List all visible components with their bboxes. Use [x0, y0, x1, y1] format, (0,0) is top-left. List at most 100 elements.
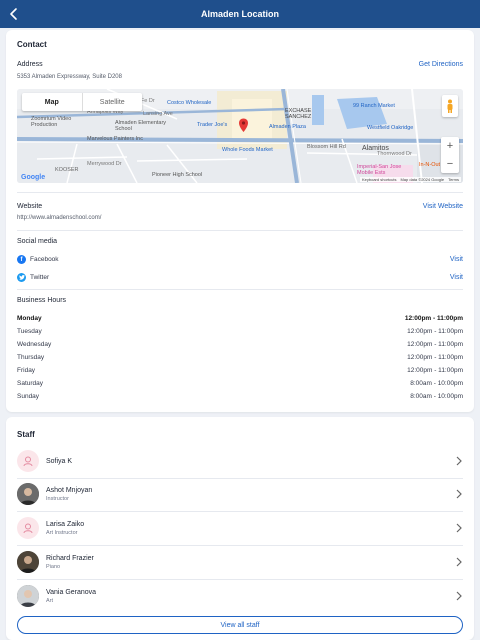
- staff-name: Richard Frazier: [46, 554, 94, 562]
- website-row: Website Visit Website: [17, 203, 463, 210]
- staff-heading: Staff: [17, 430, 35, 439]
- view-all-staff-button[interactable]: View all staff: [17, 616, 463, 634]
- divider: [17, 545, 463, 546]
- map-label: Blossom Hill Rd: [307, 144, 346, 150]
- staff-card: Staff Sofiya K Ashot Mnjoyan Instructor L…: [6, 417, 474, 640]
- chevron-right-icon: [456, 523, 462, 533]
- map-data-text: Map data ©2024 Google: [400, 177, 445, 182]
- contact-card: Contact Address Get Directions 5353 Alma…: [6, 30, 474, 412]
- map-label: EXCHASE SANCHEZ: [285, 108, 312, 120]
- hours-row: Friday 12:00pm - 11:00pm: [17, 367, 463, 374]
- zoom-in-button[interactable]: +: [441, 137, 459, 155]
- keyboard-shortcuts-link[interactable]: Keyboard shortcuts: [362, 177, 396, 182]
- staff-name: Vania Geranova: [46, 588, 97, 596]
- divider: [17, 289, 463, 290]
- map-label: Marvelous Painters Inc: [87, 136, 143, 142]
- avatar: [17, 483, 39, 505]
- map-label: Thornwood Dr: [377, 151, 412, 157]
- hours-row: Wednesday 12:00pm - 11:00pm: [17, 341, 463, 348]
- address-text: 5353 Almaden Expressway, Suite D208: [17, 74, 122, 80]
- hours-time: 12:00pm - 11:00pm: [407, 341, 463, 348]
- avatar: [17, 585, 39, 607]
- map-label: Almaden Plaza: [269, 124, 306, 130]
- staff-row[interactable]: Richard Frazier Piano: [17, 547, 463, 577]
- map-label: Costco Wholesale: [167, 100, 212, 106]
- avatar: [17, 551, 39, 573]
- map-label: Merrywood Dr: [87, 161, 122, 167]
- zoom-out-button[interactable]: −: [441, 155, 459, 173]
- business-hours-label: Business Hours: [17, 297, 67, 304]
- social-row-facebook: f Facebook Visit: [17, 255, 463, 264]
- google-logo: Google: [21, 174, 46, 181]
- map[interactable]: Costco Wholesale Trader Joe's Almaden Pl…: [17, 89, 463, 183]
- map-label: Almaden Elementary School: [115, 120, 167, 132]
- zoom-control: + −: [441, 137, 459, 173]
- staff-name: Sofiya K: [46, 457, 73, 465]
- hours-time: 8:00am - 10:00pm: [410, 380, 463, 387]
- map-label: Trader Joe's: [197, 122, 228, 128]
- facebook-icon: f: [17, 255, 26, 264]
- address-label: Address: [17, 61, 43, 68]
- divider: [17, 579, 463, 580]
- divider: [17, 192, 463, 193]
- twitter-icon: [17, 273, 26, 282]
- pegman-icon[interactable]: [442, 95, 458, 117]
- map-label: Imperial-San Jose Mobile Ests: [357, 164, 402, 176]
- staff-name: Ashot Mnjoyan: [46, 486, 93, 494]
- hours-time: 12:00pm - 11:00pm: [407, 354, 463, 361]
- hours-day: Tuesday: [17, 328, 42, 335]
- visit-website-link[interactable]: Visit Website: [423, 203, 463, 210]
- hours-day: Thursday: [17, 354, 45, 361]
- divider: [17, 511, 463, 512]
- hours-row: Saturday 8:00am - 10:00pm: [17, 380, 463, 387]
- map-label: KOOSER: [55, 167, 79, 173]
- map-label: Westfield Oakridge: [367, 125, 414, 131]
- back-arrow-icon[interactable]: [6, 6, 22, 22]
- staff-role: Art: [46, 597, 54, 604]
- terms-link[interactable]: Terms: [448, 177, 459, 182]
- chevron-right-icon: [456, 591, 462, 601]
- hours-time: 12:00pm - 11:00pm: [407, 367, 463, 374]
- facebook-visit-link[interactable]: Visit: [450, 256, 463, 263]
- staff-row[interactable]: Ashot Mnjoyan Instructor: [17, 479, 463, 509]
- staff-role: Art Instructor: [46, 529, 78, 536]
- hours-day: Sunday: [17, 393, 40, 400]
- chevron-right-icon: [456, 557, 462, 567]
- twitter-visit-link[interactable]: Visit: [450, 274, 463, 281]
- staff-row[interactable]: Sofiya K: [17, 446, 463, 476]
- divider: [17, 230, 463, 231]
- hours-day: Wednesday: [17, 341, 52, 348]
- chevron-right-icon: [456, 456, 462, 466]
- hours-time: 12:00pm - 11:00pm: [407, 328, 463, 335]
- hours-row: Monday 12:00pm - 11:00pm: [17, 315, 463, 322]
- social-row-twitter: Twitter Visit: [17, 273, 463, 282]
- map-label: Lansing Ave: [143, 111, 173, 117]
- avatar-placeholder-icon: [17, 450, 39, 472]
- map-label: Pioneer High School: [152, 172, 203, 178]
- page-title: Almaden Location: [200, 9, 279, 19]
- hours-time: 8:00am - 10:00pm: [410, 393, 463, 400]
- hours-row: Thursday 12:00pm - 11:00pm: [17, 354, 463, 361]
- map-label: Zoomrium Video Production: [31, 116, 72, 128]
- top-bar: Almaden Location: [0, 0, 480, 28]
- hours-day: Saturday: [17, 380, 44, 387]
- address-row: Address Get Directions: [17, 61, 463, 68]
- staff-row[interactable]: Larisa Zaiko Art Instructor: [17, 513, 463, 543]
- map-attribution: Keyboard shortcuts Map data ©2024 Google…: [359, 177, 461, 182]
- staff-role: Piano: [46, 563, 61, 570]
- map-type-satellite-button[interactable]: Satellite: [81, 93, 143, 111]
- chevron-right-icon: [456, 489, 462, 499]
- map-type-map-button[interactable]: Map: [22, 93, 82, 111]
- contact-heading: Contact: [17, 40, 47, 49]
- hours-day: Monday: [17, 315, 42, 322]
- social-media-label: Social media: [17, 238, 58, 245]
- staff-row[interactable]: Vania Geranova Art: [17, 581, 463, 611]
- get-directions-link[interactable]: Get Directions: [419, 61, 463, 68]
- facebook-label: Facebook: [30, 256, 59, 263]
- website-url: http://www.almadenschool.com/: [17, 215, 102, 221]
- staff-role: Instructor: [46, 495, 69, 502]
- hours-day: Friday: [17, 367, 36, 374]
- map-type-toggle: Map Satellite: [22, 93, 142, 111]
- hours-time: 12:00pm - 11:00pm: [404, 315, 463, 322]
- staff-name: Larisa Zaiko: [46, 520, 85, 528]
